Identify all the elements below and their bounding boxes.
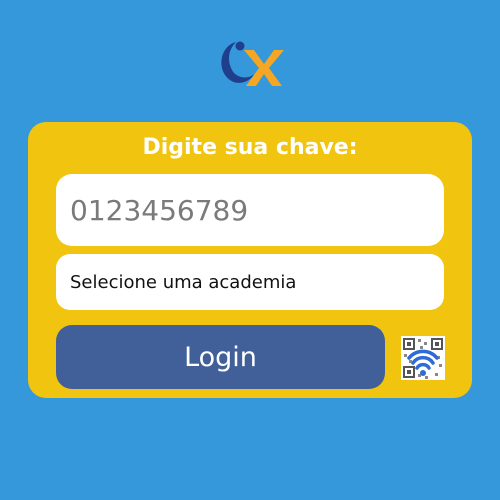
brand-logo-icon [214, 36, 286, 88]
login-card: Digite sua chave: Selecione uma academia… [28, 122, 472, 398]
key-prompt-title: Digite sua chave: [142, 135, 358, 160]
login-button[interactable]: Login [56, 325, 385, 389]
key-input[interactable] [56, 174, 444, 246]
gym-select[interactable]: Selecione uma academia [56, 254, 444, 310]
gym-select-label: Selecione uma academia [70, 271, 297, 293]
login-button-label: Login [184, 341, 257, 373]
qr-wifi-icon[interactable] [401, 336, 445, 380]
